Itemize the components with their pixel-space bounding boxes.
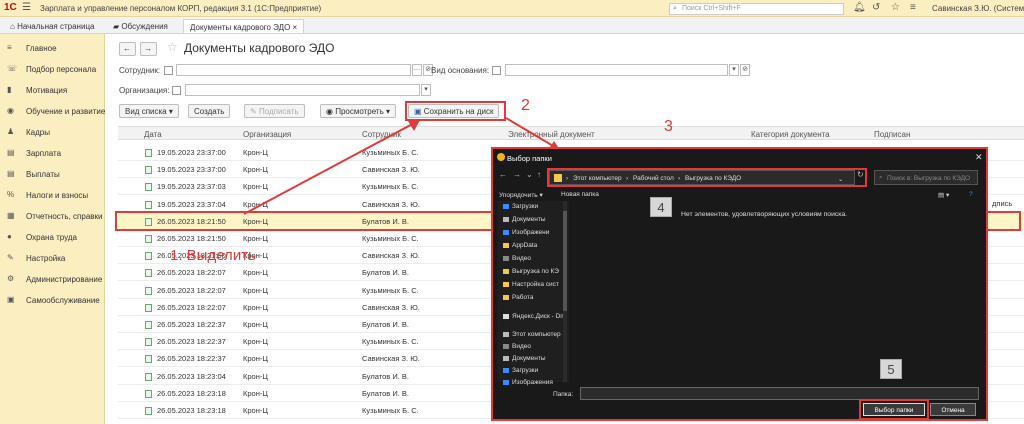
annotation-step4: 4 — [650, 197, 672, 217]
dialog-dropdown-icon[interactable]: ⌄ — [526, 170, 533, 179]
tree-item-label: Изображени — [512, 229, 550, 236]
folder-icon — [503, 229, 509, 235]
annotation-step2: 2 — [521, 97, 530, 114]
tree-item[interactable]: Загрузки — [503, 203, 538, 210]
folder-icon — [503, 203, 509, 209]
tree-item[interactable]: Документы — [503, 216, 546, 223]
folder-field-label: Папка: — [553, 391, 574, 398]
folder-icon — [503, 313, 509, 319]
folder-icon — [503, 379, 509, 385]
folder-icon — [503, 331, 509, 337]
dialog-forward-icon[interactable]: → — [513, 170, 521, 179]
scrollbar-thumb[interactable] — [563, 211, 567, 311]
empty-folder-message: Нет элементов, удовлетворяющих условиям … — [681, 211, 848, 218]
dialog-search-input[interactable]: ⌕ Поиск в: Выгрузка по КЭДО — [874, 170, 978, 185]
dialog-title: Выбор папки — [507, 154, 552, 163]
folder-icon — [503, 367, 509, 373]
tree-item-label: Настройка сист — [512, 281, 559, 288]
folder-icon — [503, 294, 509, 300]
tree-item-label: Яндекс.Диск - Dm — [512, 313, 566, 320]
cancel-button[interactable]: Отмена — [930, 403, 976, 416]
tree-item-label: Этот компьютер — [512, 331, 561, 338]
tree-item-label: Изображения — [512, 379, 553, 386]
organize-button[interactable]: Упорядочить ▾ — [499, 191, 543, 199]
tree-item-label: Загрузки — [512, 367, 539, 374]
tree-item-label: Выгрузка по КЭ — [512, 268, 559, 275]
annotation-highlight-select-button — [859, 399, 929, 420]
folder-icon — [503, 216, 509, 222]
folder-icon — [503, 255, 509, 261]
tree-item-label: Работа — [512, 294, 534, 301]
tree-item[interactable]: Видео — [503, 343, 531, 350]
tree-item-label: Документы — [512, 216, 546, 223]
folder-icon — [503, 268, 509, 274]
folder-icon — [503, 281, 509, 287]
tree-item[interactable]: Выгрузка по КЭ — [503, 268, 559, 275]
tree-item[interactable]: Видео — [503, 255, 531, 262]
annotation-step1: 1. Выделить — [170, 247, 256, 264]
refresh-icon[interactable]: ↻ — [857, 170, 864, 179]
folder-picker-dialog: Выбор папки ✕ ← → ⌄ ↑ › Этот компьютер ›… — [491, 147, 988, 421]
tree-item[interactable]: Настройка сист — [503, 281, 559, 288]
tree-item[interactable]: Изображения — [503, 379, 553, 386]
tree-item[interactable]: Загрузки — [503, 367, 538, 374]
annotation-step3: 3 — [664, 118, 673, 135]
view-options-icon[interactable]: ▤ ▾ — [938, 191, 949, 199]
app-logo-icon — [497, 153, 505, 161]
close-icon[interactable]: ✕ — [975, 152, 983, 163]
tree-item-label: Загрузки — [512, 203, 539, 210]
folder-icon — [503, 355, 509, 361]
tree-item[interactable]: Работа — [503, 294, 533, 301]
annotation-step5: 5 — [880, 359, 902, 379]
search-icon: ⌕ — [879, 174, 883, 181]
tree-item-label: Видео — [512, 255, 531, 262]
tree-item-label: Видео — [512, 343, 531, 350]
navigation-pane: Загрузки Документы Изображени AppData Видео В… — [497, 201, 569, 386]
tree-item[interactable]: Этот компьютер — [503, 331, 561, 338]
new-folder-button[interactable]: Новая папка — [561, 191, 599, 198]
help-icon[interactable]: ? — [969, 191, 973, 198]
tree-item[interactable]: Документы — [503, 355, 546, 362]
navigation-scrollbar[interactable] — [563, 201, 567, 382]
dialog-up-icon[interactable]: ↑ — [537, 170, 541, 179]
folder-icon — [503, 343, 509, 349]
folder-icon — [503, 242, 509, 248]
tree-item-label: Документы — [512, 355, 546, 362]
tree-item[interactable]: Яндекс.Диск - Dm — [503, 313, 566, 320]
tree-item[interactable]: AppData — [503, 242, 537, 249]
arrow-to-save-button — [243, 119, 421, 215]
dialog-search-placeholder: Поиск в: Выгрузка по КЭДО — [887, 175, 971, 182]
tree-item[interactable]: Изображени — [503, 229, 549, 236]
tree-item-label: AppData — [512, 242, 538, 249]
dialog-back-icon[interactable]: ← — [499, 170, 507, 179]
annotation-highlight-address — [547, 168, 867, 187]
